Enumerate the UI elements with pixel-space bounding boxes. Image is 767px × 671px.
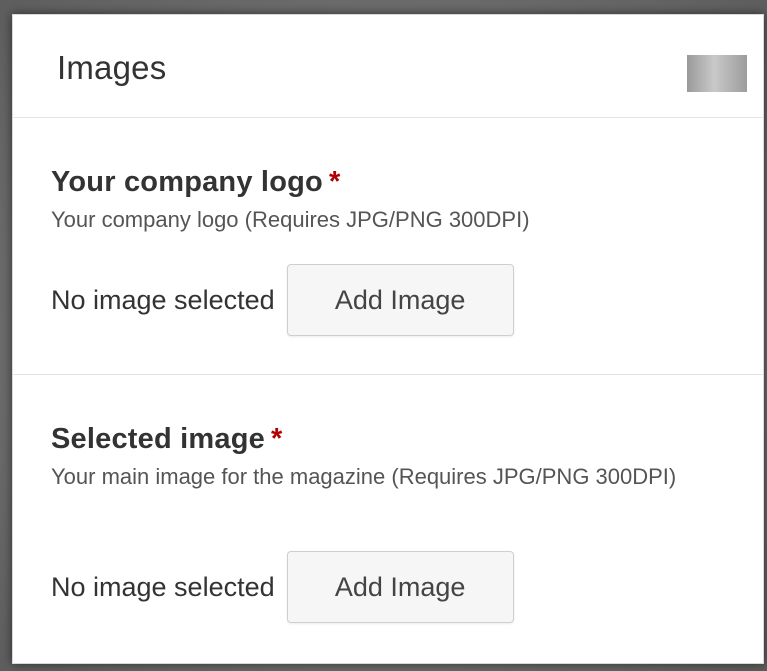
field-help-text: Your company logo (Requires JPG/PNG 300D… [51, 207, 530, 232]
panel-title: Images [57, 49, 167, 86]
panel-header: Images [13, 15, 763, 118]
required-marker: * [328, 166, 341, 198]
images-panel: Images Your company logo * Your company l… [12, 14, 764, 664]
company-logo-field: Your company logo * Your company logo (Re… [13, 118, 763, 375]
selected-image-upload-row: No image selected Add Image [51, 551, 514, 623]
field-help-text: Your main image for the magazine (Requir… [51, 464, 677, 489]
company-logo-label-block: Your company logo * Your company logo (Re… [51, 166, 530, 235]
upload-status: No image selected [51, 284, 275, 315]
selected-image-field: Selected image * Your main image for the … [13, 375, 763, 662]
field-label-text: Selected image [51, 423, 265, 455]
selected-image-label-block: Selected image * Your main image for the … [51, 423, 676, 492]
field-label-text: Your company logo [51, 166, 323, 198]
upload-status: No image selected [51, 571, 275, 602]
required-marker: * [270, 423, 283, 455]
add-logo-image-button[interactable]: Add Image [286, 264, 514, 336]
company-logo-upload-row: No image selected Add Image [51, 264, 514, 336]
add-main-image-button[interactable]: Add Image [286, 551, 514, 623]
field-label: Selected image * [51, 423, 676, 456]
field-label: Your company logo * [51, 166, 530, 199]
panel-toggle-button[interactable] [687, 55, 747, 92]
screenshot-backdrop: Images Your company logo * Your company l… [0, 0, 767, 671]
